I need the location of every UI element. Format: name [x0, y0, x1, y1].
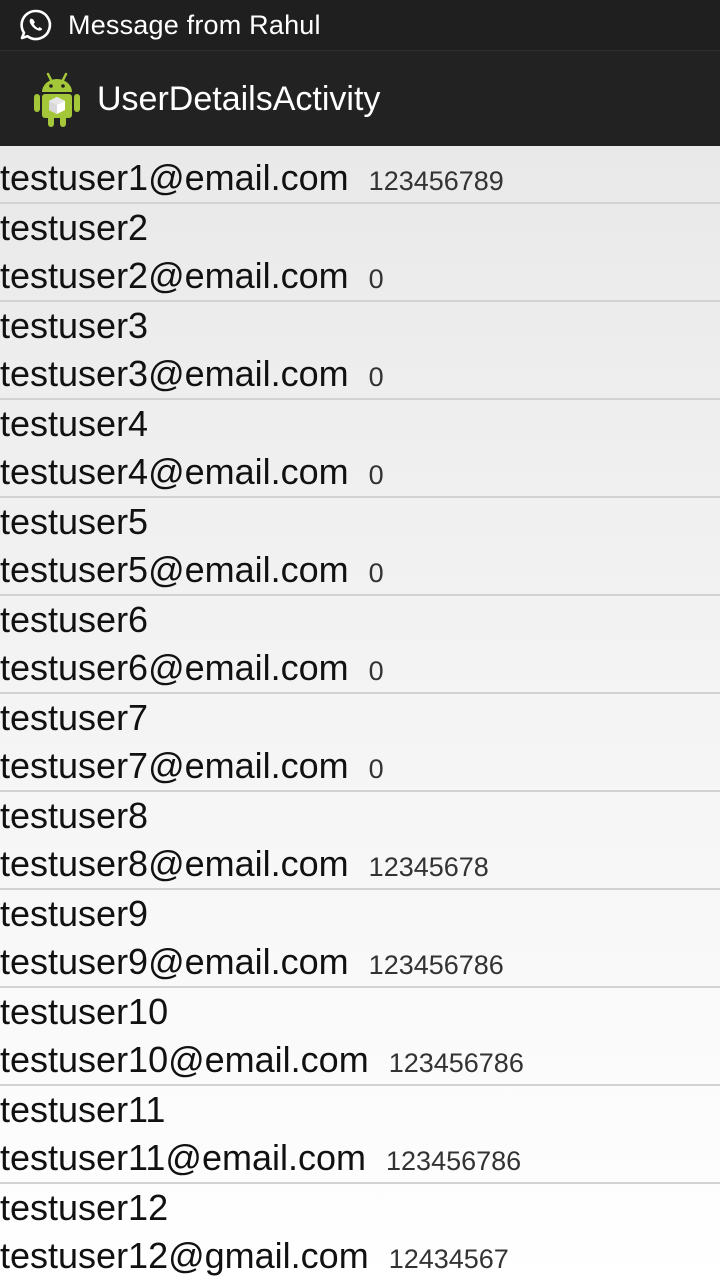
user-name: testuser3: [0, 305, 149, 346]
page-title: UserDetailsActivity: [97, 79, 381, 118]
list-item[interactable]: testuser6 testuser6@email.com 0: [0, 596, 720, 694]
user-name: testuser9: [0, 893, 149, 934]
user-email: testuser9@email.com: [0, 941, 349, 982]
list-item[interactable]: testuser4 testuser4@email.com 0: [0, 400, 720, 498]
user-phone: 123456786: [388, 1048, 524, 1078]
list-item[interactable]: testuser10 testuser10@email.com 12345678…: [0, 988, 720, 1086]
notification-text: Message from Rahul: [68, 9, 321, 40]
user-email: testuser10@email.com: [0, 1039, 369, 1080]
list-item[interactable]: testuser12 testuser12@gmail.com 12434567: [0, 1184, 720, 1280]
list-item[interactable]: testuser5 testuser5@email.com 0: [0, 498, 720, 596]
user-name: testuser10: [0, 991, 169, 1032]
user-phone: 123456786: [386, 1146, 522, 1176]
list-item[interactable]: testuser3 testuser3@email.com 0: [0, 302, 720, 400]
user-phone: 12345678: [368, 852, 489, 882]
user-name: testuser5: [0, 501, 149, 542]
status-bar[interactable]: Message from Rahul: [0, 0, 720, 50]
user-name: testuser4: [0, 403, 149, 444]
user-email: testuser5@email.com: [0, 549, 349, 590]
user-name: testuser7: [0, 697, 149, 738]
user-phone: 0: [368, 460, 384, 490]
user-list[interactable]: testuser1@email.com 123456789 testuser2 …: [0, 146, 720, 1280]
whatsapp-icon: [18, 7, 54, 43]
user-phone: 123456789: [368, 166, 504, 196]
user-email: testuser1@email.com: [0, 157, 349, 198]
user-name: testuser8: [0, 795, 149, 836]
list-item[interactable]: testuser11 testuser11@email.com 12345678…: [0, 1086, 720, 1184]
user-email: testuser7@email.com: [0, 745, 349, 786]
user-email: testuser11@email.com: [0, 1137, 367, 1178]
list-item[interactable]: testuser1@email.com 123456789: [0, 146, 720, 204]
android-app-icon[interactable]: [31, 69, 83, 129]
user-email: testuser2@email.com: [0, 255, 349, 296]
user-name: testuser11: [0, 1089, 166, 1130]
user-email: testuser4@email.com: [0, 451, 349, 492]
list-item[interactable]: testuser7 testuser7@email.com 0: [0, 694, 720, 792]
user-phone: 0: [368, 656, 384, 686]
user-phone: 0: [368, 362, 384, 392]
user-name: testuser2: [0, 207, 149, 248]
list-item[interactable]: testuser9 testuser9@email.com 123456786: [0, 890, 720, 988]
list-item[interactable]: testuser8 testuser8@email.com 12345678: [0, 792, 720, 890]
list-item[interactable]: testuser2 testuser2@email.com 0: [0, 204, 720, 302]
user-name: testuser12: [0, 1187, 169, 1228]
user-email: testuser8@email.com: [0, 843, 349, 884]
user-name: testuser6: [0, 599, 149, 640]
user-phone: 0: [368, 558, 384, 588]
action-bar: UserDetailsActivity: [0, 50, 720, 147]
user-phone: 0: [368, 754, 384, 784]
user-phone: 123456786: [368, 950, 504, 980]
user-email: testuser12@gmail.com: [0, 1235, 369, 1276]
user-phone: 0: [368, 264, 384, 294]
user-email: testuser3@email.com: [0, 353, 349, 394]
user-email: testuser6@email.com: [0, 647, 349, 688]
user-phone: 12434567: [388, 1244, 509, 1274]
